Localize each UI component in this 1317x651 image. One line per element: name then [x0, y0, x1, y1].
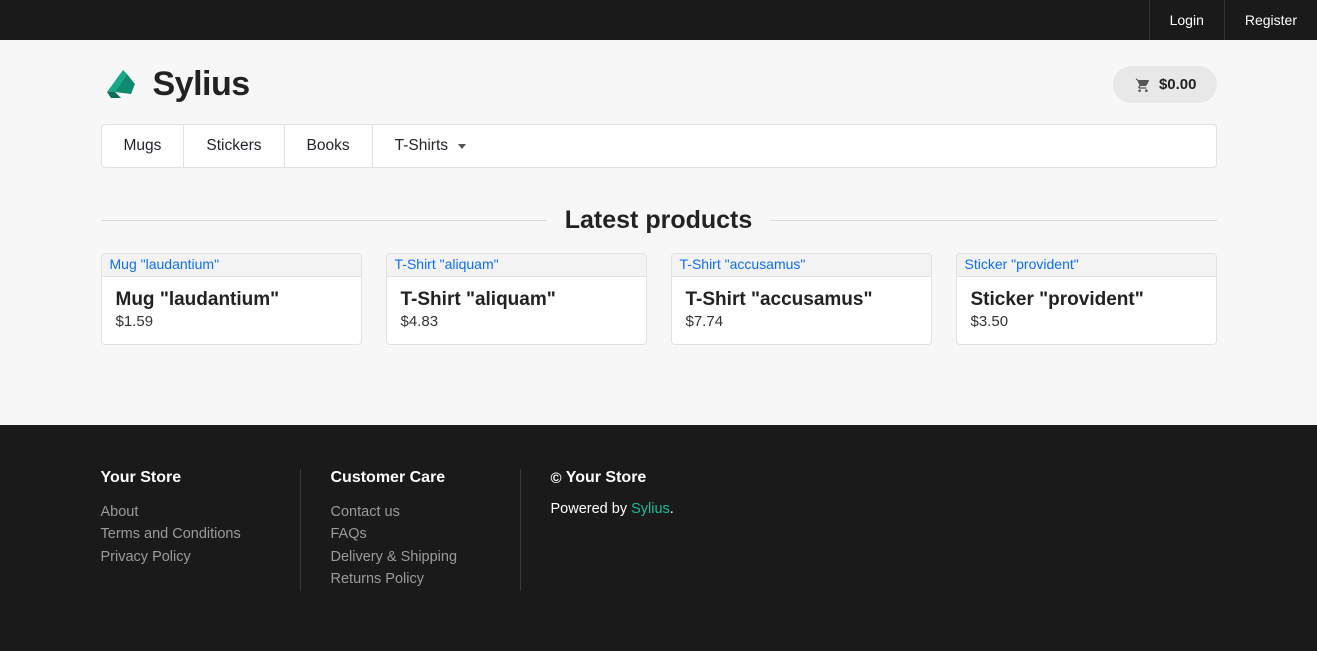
product-card-body: T-Shirt "aliquam" $4.83	[387, 277, 646, 344]
product-price: $4.83	[401, 313, 632, 330]
footer-col-care: Customer Care Contact usFAQsDelivery & S…	[331, 469, 521, 591]
product-card: Sticker "provident" Sticker "provident" $3…	[956, 253, 1217, 345]
product-title[interactable]: T-Shirt "accusamus"	[686, 289, 917, 311]
footer-link[interactable]: Contact us	[331, 501, 480, 523]
product-image-placeholder: T-Shirt "accusamus"	[672, 254, 931, 277]
nav-item-label: T-Shirts	[395, 137, 448, 155]
copyright-icon: ©	[551, 470, 562, 487]
powered-prefix: Powered by	[551, 501, 632, 517]
footer-col-store: Your Store AboutTerms and ConditionsPriv…	[101, 469, 301, 591]
powered-by: Powered by Sylius.	[551, 501, 674, 517]
brand[interactable]: Sylius	[101, 64, 250, 104]
product-image-placeholder: Sticker "provident"	[957, 254, 1216, 277]
footer-col-title: Your Store	[101, 469, 260, 487]
sylius-logo-icon	[101, 64, 141, 104]
powered-suffix: .	[670, 501, 674, 517]
product-image-placeholder: T-Shirt "aliquam"	[387, 254, 646, 277]
product-title[interactable]: Mug "laudantium"	[116, 289, 347, 311]
footer-link[interactable]: About	[101, 501, 260, 523]
product-image-link[interactable]: Mug "laudantium"	[110, 256, 220, 272]
top-bar: Login Register	[0, 0, 1317, 40]
footer-link[interactable]: Privacy Policy	[101, 546, 260, 568]
copyright: © Your Store	[551, 469, 674, 487]
product-title[interactable]: Sticker "provident"	[971, 289, 1202, 311]
cart-button[interactable]: $0.00	[1113, 66, 1217, 103]
product-price: $7.74	[686, 313, 917, 330]
footer-link[interactable]: Terms and Conditions	[101, 523, 260, 545]
nav-item-label: Books	[307, 137, 350, 155]
nav-item-books[interactable]: Books	[285, 125, 373, 167]
nav-item-mugs[interactable]: Mugs	[102, 125, 185, 167]
product-card-body: T-Shirt "accusamus" $7.74	[672, 277, 931, 344]
cart-icon	[1133, 76, 1149, 92]
product-image-link[interactable]: Sticker "provident"	[965, 256, 1079, 272]
footer-link[interactable]: Delivery & Shipping	[331, 546, 480, 568]
footer-link[interactable]: FAQs	[331, 523, 480, 545]
cart-amount: $0.00	[1159, 76, 1197, 93]
product-image-link[interactable]: T-Shirt "accusamus"	[680, 256, 806, 272]
nav-item-t-shirts[interactable]: T-Shirts	[373, 125, 488, 167]
chevron-down-icon	[458, 144, 466, 149]
footer-link[interactable]: Returns Policy	[331, 568, 480, 590]
product-image-link[interactable]: T-Shirt "aliquam"	[395, 256, 499, 272]
product-title[interactable]: T-Shirt "aliquam"	[401, 289, 632, 311]
login-link[interactable]: Login	[1149, 0, 1224, 40]
nav-item-label: Stickers	[206, 137, 261, 155]
main-nav: Mugs Stickers Books T-Shirts	[101, 124, 1217, 168]
product-price: $1.59	[116, 313, 347, 330]
copyright-text: Your Store	[566, 469, 647, 486]
product-card: T-Shirt "accusamus" T-Shirt "accusamus" $7…	[671, 253, 932, 345]
sylius-link[interactable]: Sylius	[631, 501, 670, 517]
section-heading: Latest products	[101, 206, 1217, 235]
product-card: Mug "laudantium" Mug "laudantium" $1.59	[101, 253, 362, 345]
product-price: $3.50	[971, 313, 1202, 330]
product-card-body: Mug "laudantium" $1.59	[102, 277, 361, 344]
product-card: T-Shirt "aliquam" T-Shirt "aliquam" $4.83	[386, 253, 647, 345]
product-image-placeholder: Mug "laudantium"	[102, 254, 361, 277]
header: Sylius $0.00	[101, 40, 1217, 124]
footer-col-title: Customer Care	[331, 469, 480, 487]
footer: Your Store AboutTerms and ConditionsPriv…	[0, 425, 1317, 651]
product-grid: Mug "laudantium" Mug "laudantium" $1.59 T-S…	[101, 253, 1217, 345]
footer-col-copyright: © Your Store Powered by Sylius.	[551, 469, 714, 591]
register-link[interactable]: Register	[1224, 0, 1317, 40]
nav-item-stickers[interactable]: Stickers	[184, 125, 284, 167]
brand-name: Sylius	[153, 65, 250, 104]
nav-item-label: Mugs	[124, 137, 162, 155]
product-card-body: Sticker "provident" $3.50	[957, 277, 1216, 344]
latest-products-title: Latest products	[547, 206, 771, 235]
